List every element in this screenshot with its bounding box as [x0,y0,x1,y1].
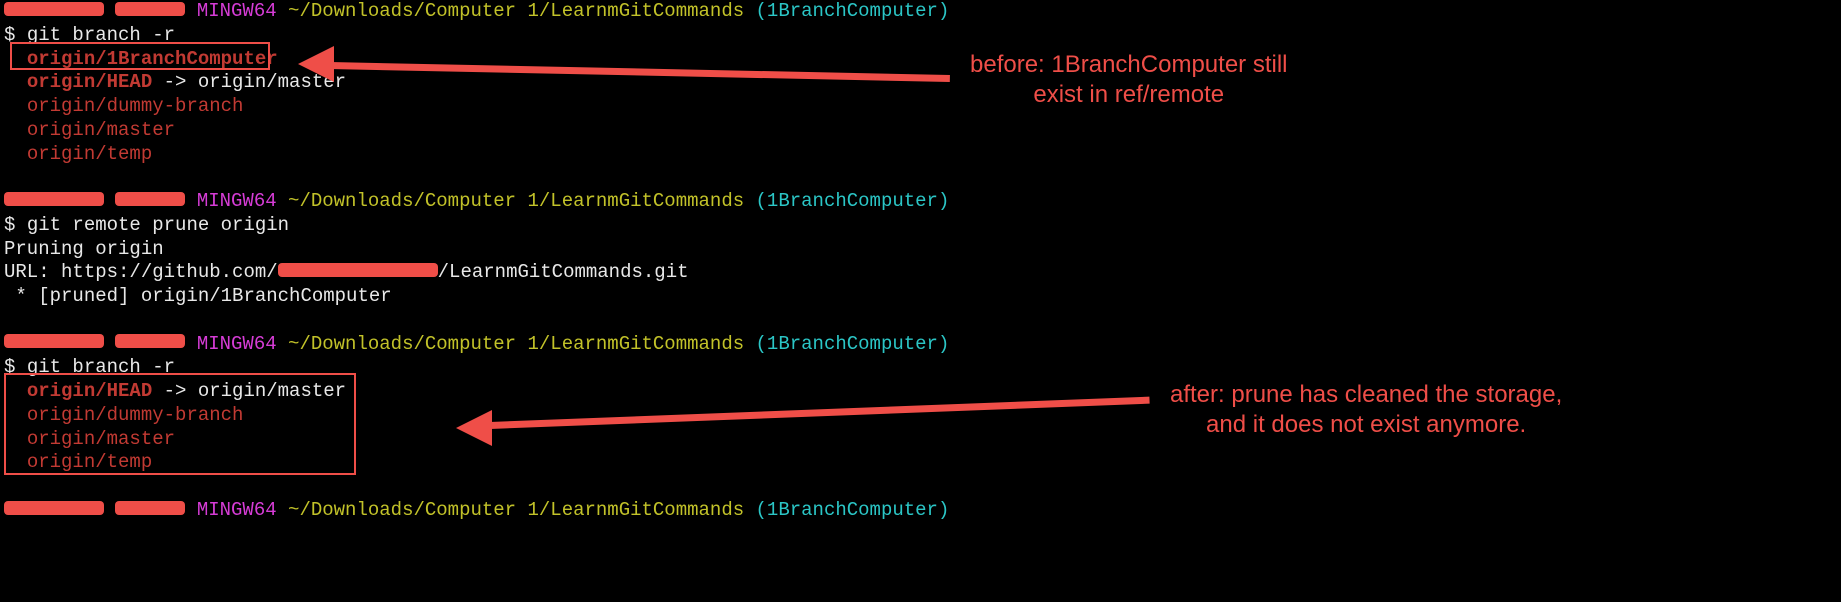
prompt-symbol: $ [4,24,15,46]
cwd-path: ~/Downloads/Computer 1/LearnmGitCommands [288,0,744,22]
terminal[interactable]: MINGW64 ~/Downloads/Computer 1/LearnmGit… [0,0,1841,523]
branch-item: origin/master [4,119,1837,143]
command-text: git branch -r [27,24,175,46]
command-text: git remote prune origin [27,214,289,236]
prompt-line: MINGW64 ~/Downloads/Computer 1/LearnmGit… [4,333,1837,357]
mingw-label: MINGW64 [197,0,277,22]
command-text: git branch -r [27,356,175,378]
command-line: $ git branch -r [4,24,1837,48]
output-line: * [pruned] origin/1BranchComputer [4,285,1837,309]
output-line: URL: https://github.com//LearnmGitComman… [4,261,1837,285]
branch-item: origin/HEAD -> origin/master [4,71,1837,95]
branch-item: origin/temp [4,451,1837,475]
branch-item: origin/dummy-branch [4,95,1837,119]
prompt-line: MINGW64 ~/Downloads/Computer 1/LearnmGit… [4,499,1837,523]
command-line: $ git remote prune origin [4,214,1837,238]
prompt-line: MINGW64 ~/Downloads/Computer 1/LearnmGit… [4,190,1837,214]
output-line: Pruning origin [4,238,1837,262]
branch-item: origin/1BranchComputer [4,48,1837,72]
annotation-text-after: after: prune has cleaned the storage, an… [1170,380,1562,440]
annotation-text-before: before: 1BranchComputer still exist in r… [970,50,1287,110]
prompt-line: MINGW64 ~/Downloads/Computer 1/LearnmGit… [4,0,1837,24]
command-line: $ git branch -r [4,356,1837,380]
branch-indicator: (1BranchComputer) [756,0,950,22]
branch-item: origin/temp [4,143,1837,167]
